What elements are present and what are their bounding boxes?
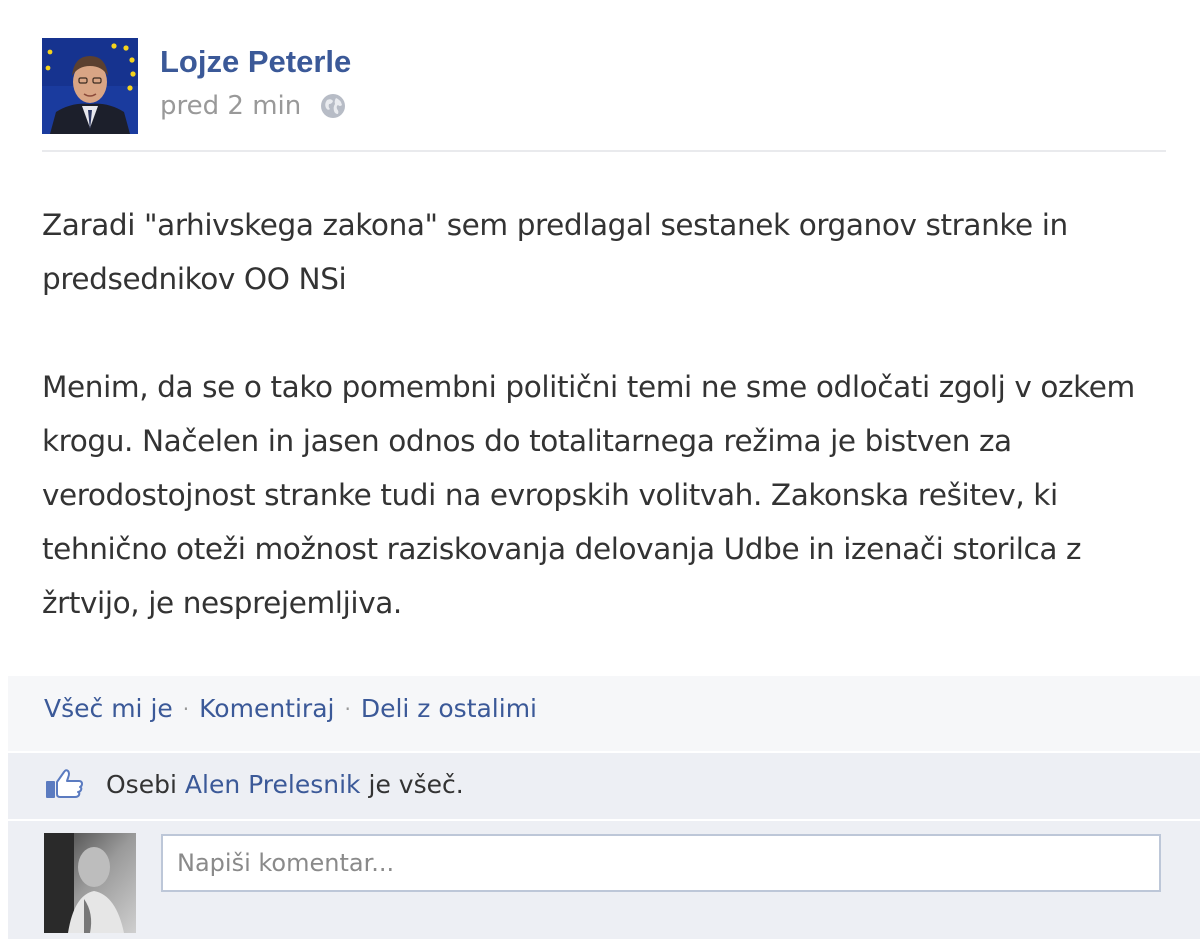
likes-prefix: Osebi — [106, 769, 177, 799]
comment-link[interactable]: Komentiraj — [199, 694, 334, 723]
likes-suffix: je všeč. — [368, 769, 464, 799]
comment-composer — [8, 821, 1200, 939]
post-meta: pred 2 min — [160, 86, 347, 126]
post-body: Zaradi "arhivskega zakona" sem predlagal… — [42, 198, 1182, 630]
share-link[interactable]: Deli z ostalimi — [361, 694, 537, 723]
globe-icon[interactable] — [319, 92, 347, 120]
action-separator: · — [182, 696, 190, 721]
post-timestamp[interactable]: pred 2 min — [160, 91, 301, 121]
viewer-avatar[interactable] — [44, 833, 136, 933]
author-name-link[interactable]: Lojze Peterle — [160, 42, 351, 82]
post-paragraph: Zaradi "arhivskega zakona" sem predlagal… — [42, 208, 1068, 296]
like-link[interactable]: Všeč mi je — [44, 694, 173, 723]
liker-name-link[interactable]: Alen Prelesnik — [185, 770, 361, 799]
author-avatar[interactable] — [42, 38, 138, 134]
post-paragraph: Menim, da se o tako pomembni politični t… — [42, 370, 1135, 620]
post-actions: Všeč mi je · Komentiraj · Deli z ostalim… — [44, 694, 537, 723]
thumbs-up-icon[interactable] — [44, 768, 84, 800]
post-actions-bar: Všeč mi je · Komentiraj · Deli z ostalim… — [8, 676, 1200, 751]
header-divider — [42, 150, 1166, 152]
likes-summary: Osebi Alen Prelesnik je všeč. — [44, 768, 464, 800]
comment-input[interactable] — [161, 834, 1161, 892]
likes-bar: Osebi Alen Prelesnik je všeč. — [8, 753, 1200, 819]
action-separator: · — [344, 696, 351, 721]
